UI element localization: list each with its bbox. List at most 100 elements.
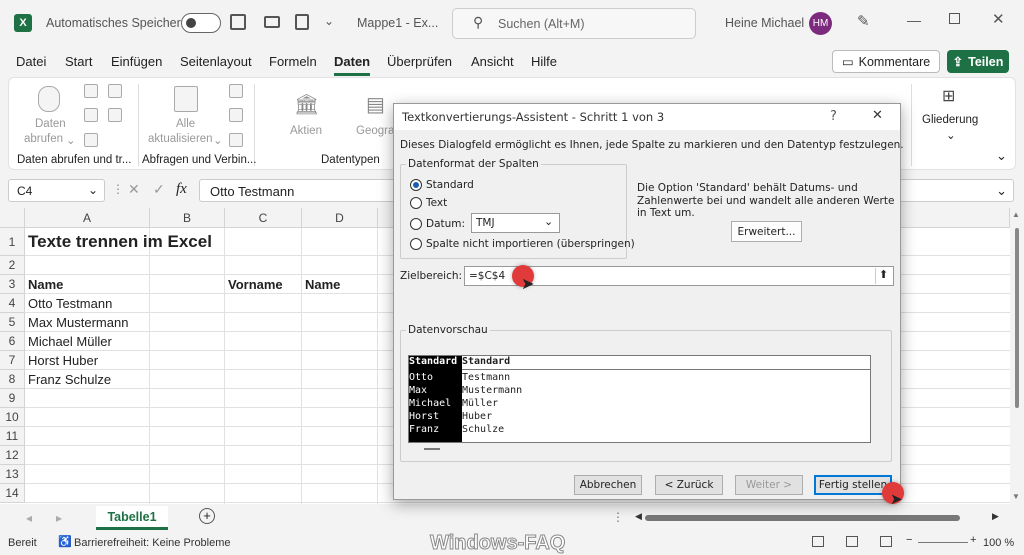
accessibility-icon[interactable]: ♿ bbox=[58, 535, 72, 548]
zoom-slider[interactable] bbox=[918, 542, 968, 543]
row-header[interactable]: 12 bbox=[0, 446, 25, 465]
cell-a8[interactable]: Franz Schulze bbox=[25, 370, 150, 389]
stocks-label[interactable]: Aktien bbox=[290, 125, 322, 137]
menu-einfuegen[interactable]: Einfügen bbox=[111, 54, 162, 69]
get-data-label[interactable]: Daten bbox=[35, 118, 66, 130]
maximize-icon[interactable] bbox=[949, 13, 960, 24]
radio-skip-label[interactable]: Spalte nicht importieren (überspringen) bbox=[426, 238, 635, 250]
column-header-a[interactable]: A bbox=[25, 208, 150, 228]
recent-sources-icon[interactable] bbox=[108, 84, 122, 98]
customize-toolbar-icon[interactable]: ⌄ bbox=[324, 14, 334, 28]
menu-ueberpruefen[interactable]: Überprüfen bbox=[387, 54, 452, 69]
from-table-icon[interactable] bbox=[84, 133, 98, 147]
database-icon[interactable] bbox=[38, 86, 60, 112]
row-header[interactable]: 10 bbox=[0, 408, 25, 427]
cancel-button[interactable]: Abbrechen bbox=[574, 475, 642, 495]
user-name[interactable]: Heine Michael bbox=[725, 16, 804, 30]
close-icon[interactable]: ✕ bbox=[992, 10, 1005, 28]
row-header[interactable]: 13 bbox=[0, 465, 25, 484]
cell-a3[interactable]: Name bbox=[25, 275, 150, 294]
prev-sheet-icon[interactable]: ◂ bbox=[26, 511, 32, 525]
stocks-icon[interactable]: 🏛 bbox=[294, 92, 319, 117]
radio-text-label[interactable]: Text bbox=[426, 197, 447, 209]
share-button[interactable]: ⇪ Teilen bbox=[947, 50, 1009, 73]
row-header[interactable]: 2 bbox=[0, 256, 25, 275]
get-data-label-2[interactable]: abrufen bbox=[24, 133, 63, 145]
radio-standard-label[interactable]: Standard bbox=[426, 179, 474, 191]
menu-datei[interactable]: Datei bbox=[16, 54, 46, 69]
column-header-d[interactable]: D bbox=[302, 208, 378, 228]
geography-label[interactable]: Geogra bbox=[356, 125, 394, 137]
cell-c3[interactable]: Vorname bbox=[225, 275, 302, 294]
minimize-icon[interactable]: — bbox=[907, 12, 921, 28]
from-text-icon[interactable] bbox=[84, 84, 98, 98]
refresh-all-icon[interactable] bbox=[174, 86, 198, 112]
outline-icon[interactable]: ⊞ bbox=[942, 86, 955, 106]
next-sheet-icon[interactable]: ▸ bbox=[56, 511, 62, 525]
cell-a4[interactable]: Otto Testmann bbox=[25, 294, 150, 313]
radio-text[interactable] bbox=[410, 197, 422, 209]
map-icon[interactable]: ▤ bbox=[366, 92, 385, 117]
outline-label[interactable]: Gliederung bbox=[922, 114, 978, 126]
avatar[interactable]: HM bbox=[809, 12, 832, 35]
cell-a1[interactable]: Texte trennen im Excel bbox=[25, 228, 225, 256]
menu-ansicht[interactable]: Ansicht bbox=[471, 54, 514, 69]
date-format-select[interactable]: TMJ ⌄ bbox=[471, 213, 560, 233]
sheet-tab-tabelle1[interactable]: Tabelle1 bbox=[96, 506, 168, 530]
scroll-up-icon[interactable]: ▲ bbox=[1012, 210, 1020, 219]
file-name[interactable]: Mappe1 - Ex... bbox=[357, 16, 438, 30]
radio-standard[interactable] bbox=[410, 179, 422, 191]
row-header[interactable]: 1 bbox=[0, 228, 25, 256]
more-icon[interactable]: ⋮ bbox=[612, 510, 624, 524]
menu-hilfe[interactable]: Hilfe bbox=[531, 54, 557, 69]
scroll-down-icon[interactable]: ▼ bbox=[1012, 492, 1020, 501]
edit-links-icon[interactable] bbox=[229, 133, 243, 147]
row-header[interactable]: 5 bbox=[0, 313, 25, 332]
queries-icon[interactable] bbox=[229, 84, 243, 98]
share-file-icon[interactable] bbox=[295, 14, 309, 30]
row-header[interactable]: 3 bbox=[0, 275, 25, 294]
scroll-thumb[interactable] bbox=[645, 515, 960, 521]
zoom-level[interactable]: 100 % bbox=[983, 537, 1014, 549]
name-box[interactable]: C4 ⌄ bbox=[8, 179, 105, 202]
existing-connections-icon[interactable] bbox=[108, 108, 122, 122]
advanced-button[interactable]: Erweitert... bbox=[731, 221, 802, 242]
cell-d3[interactable]: Name bbox=[302, 275, 378, 294]
open-folder-icon[interactable] bbox=[264, 16, 280, 28]
cancel-icon[interactable]: ✕ bbox=[128, 181, 140, 198]
row-header[interactable]: 11 bbox=[0, 427, 25, 446]
close-icon[interactable]: ✕ bbox=[872, 108, 883, 123]
radio-date[interactable] bbox=[410, 218, 422, 230]
menu-formeln[interactable]: Formeln bbox=[269, 54, 317, 69]
accessibility-status[interactable]: Barrierefreiheit: Keine Probleme bbox=[74, 537, 231, 549]
scroll-left-icon[interactable]: ◀ bbox=[635, 511, 642, 522]
column-header-b[interactable]: B bbox=[150, 208, 225, 228]
page-layout-icon[interactable] bbox=[846, 536, 858, 547]
cell-a6[interactable]: Michael Müller bbox=[25, 332, 150, 351]
preview-header-col2[interactable]: Standard bbox=[462, 356, 510, 367]
row-header[interactable]: 4 bbox=[0, 294, 25, 313]
zoom-out-icon[interactable]: − bbox=[906, 534, 912, 546]
cell-a7[interactable]: Horst Huber bbox=[25, 351, 150, 370]
scroll-thumb[interactable] bbox=[1015, 228, 1019, 408]
autosave-toggle[interactable] bbox=[181, 13, 221, 33]
select-all-corner[interactable] bbox=[0, 208, 25, 228]
enter-icon[interactable]: ✓ bbox=[153, 181, 165, 198]
menu-seitenlayout[interactable]: Seitenlayout bbox=[180, 54, 252, 69]
page-break-icon[interactable] bbox=[880, 536, 892, 547]
radio-date-label[interactable]: Datum: bbox=[426, 218, 465, 230]
row-header[interactable]: 9 bbox=[0, 389, 25, 408]
collapse-ribbon-icon[interactable]: ⌄ bbox=[996, 148, 1007, 164]
collapse-dialog-icon[interactable]: ⬆ bbox=[875, 268, 891, 284]
comments-button[interactable]: ▭ Kommentare bbox=[832, 50, 940, 73]
horizontal-scrollbar[interactable]: ◀ ▶ bbox=[635, 511, 1005, 525]
add-sheet-icon[interactable]: + bbox=[199, 508, 215, 524]
data-preview[interactable]: Standard Standard Otto Testmann Max Must… bbox=[408, 355, 871, 443]
refresh-label-2[interactable]: aktualisieren bbox=[148, 133, 213, 145]
radio-skip[interactable] bbox=[410, 238, 422, 250]
row-header[interactable]: 14 bbox=[0, 484, 25, 503]
preview-header-col1[interactable]: Standard bbox=[409, 356, 462, 370]
normal-view-icon[interactable] bbox=[812, 536, 824, 547]
menu-start[interactable]: Start bbox=[65, 54, 92, 69]
preview-hscroll-thumb[interactable] bbox=[424, 448, 440, 450]
